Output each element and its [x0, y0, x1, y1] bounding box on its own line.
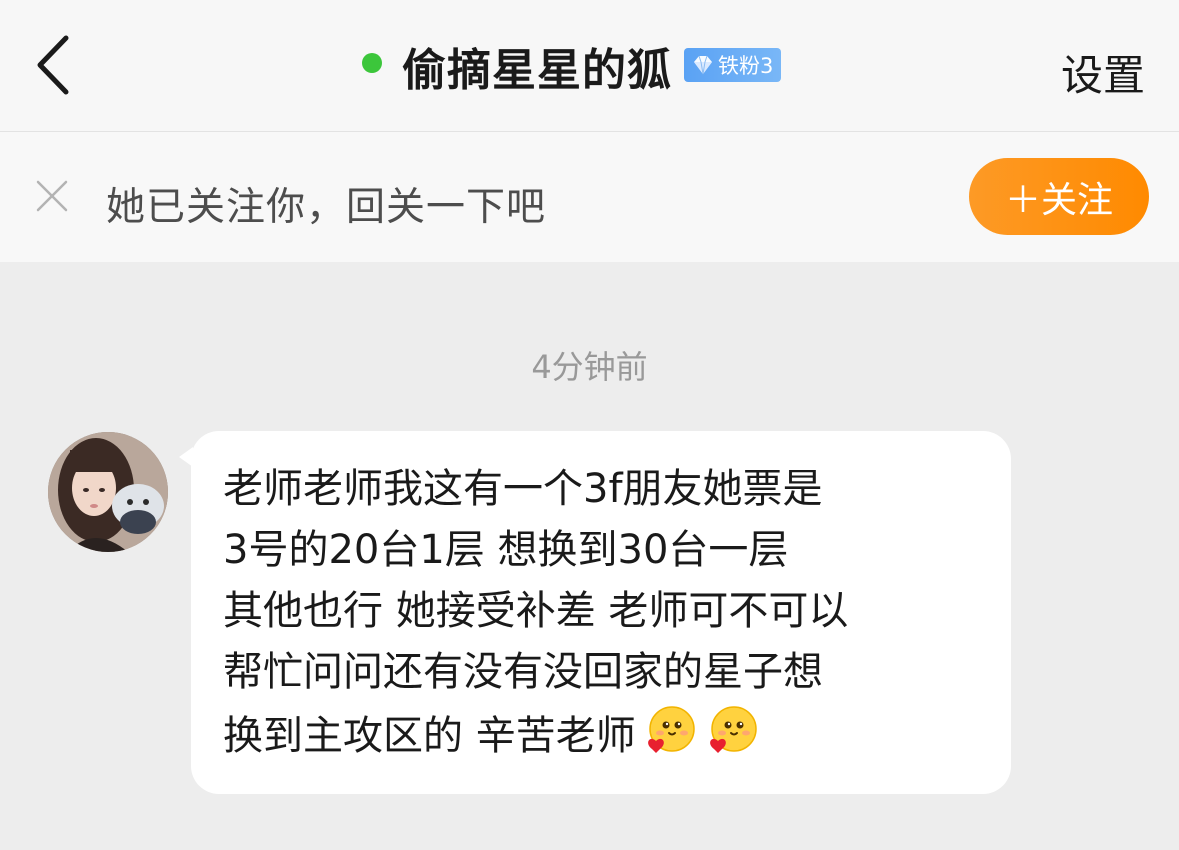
- message-timestamp: 4分钟前: [531, 348, 648, 386]
- message-text-line: 其他也行 她接受补差 老师可不可以: [223, 588, 849, 634]
- message-text-line: 帮忙问问还有没有没回家的星子想: [223, 649, 823, 695]
- message-text-line: 老师老师我这有一个3f朋友她票是: [223, 466, 823, 512]
- heart-hug-emoji: [647, 706, 695, 753]
- online-status-dot: [362, 53, 382, 73]
- chat-title: 偷摘星星的狐: [402, 45, 672, 96]
- message-text-line: 3号的20台1层 想换到30台一层: [223, 527, 789, 573]
- follow-prompt-text: 她已关注你，回关一下吧: [106, 185, 547, 230]
- fan-level-badge: 铁粉3: [684, 48, 782, 82]
- settings-button[interactable]: 设置: [1061, 42, 1145, 103]
- chevron-left-icon: [37, 35, 69, 95]
- message-bubble[interactable]: 老师老师我这有一个3f朋友她票是 3号的20台1层 想换到30台一层 其他也行 …: [191, 431, 1011, 794]
- close-icon[interactable]: [34, 178, 70, 214]
- message-text-line: 换到主攻区的 辛苦老师: [223, 713, 636, 759]
- chat-header: 偷摘星星的狐 铁粉3 设置: [0, 0, 1179, 132]
- fan-level-label: 铁粉3: [718, 54, 774, 78]
- heart-hug-emoji: [709, 706, 757, 753]
- message-last-line: 换到主攻区的 辛苦老师: [223, 703, 981, 764]
- follow-back-button[interactable]: ＋关注: [969, 158, 1149, 235]
- avatar-image: [48, 432, 168, 552]
- diamond-icon: [694, 55, 712, 75]
- sender-avatar[interactable]: [48, 432, 168, 552]
- chat-title-group: 偷摘星星的狐 铁粉3: [362, 34, 782, 98]
- back-button[interactable]: [28, 30, 88, 100]
